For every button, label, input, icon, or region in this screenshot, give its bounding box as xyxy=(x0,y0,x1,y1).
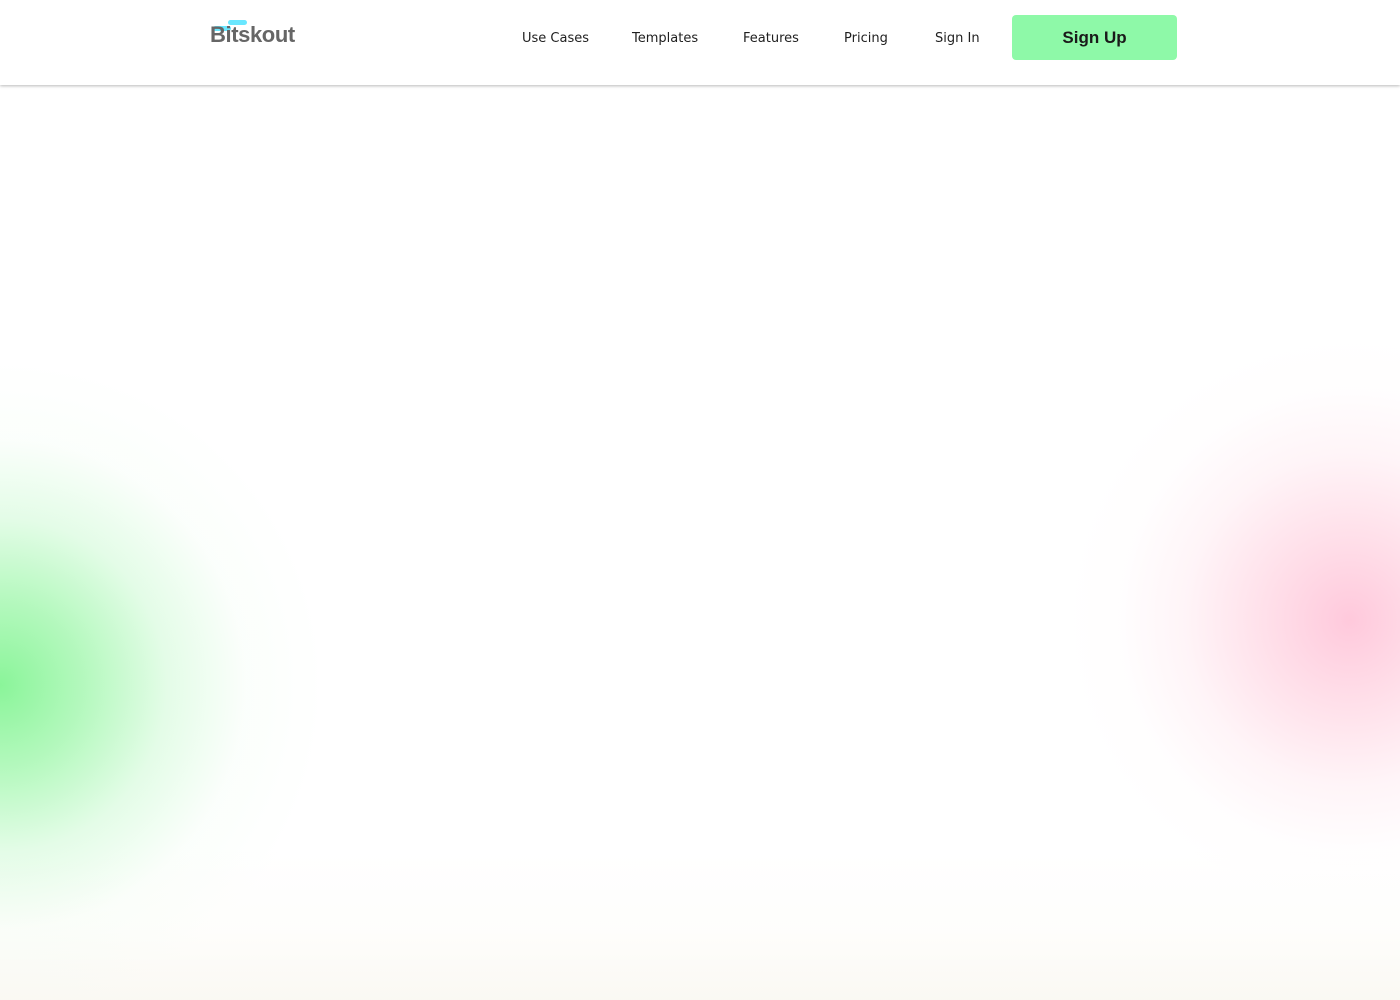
sign-up-button[interactable]: Sign Up xyxy=(1012,15,1177,60)
nav-use-cases-link[interactable]: Use Cases xyxy=(522,29,589,49)
brand-name: Bitskout xyxy=(210,22,295,47)
top-navigation-bar: Bitskout Use Cases Templates Features Pr… xyxy=(0,0,1400,85)
nav-pricing-link[interactable]: Pricing xyxy=(844,29,888,49)
green-background-glow xyxy=(0,360,330,1000)
sign-in-link[interactable]: Sign In xyxy=(935,29,980,49)
pink-background-glow xyxy=(1070,340,1400,900)
nav-features-link[interactable]: Features xyxy=(743,29,799,49)
nav-templates-link[interactable]: Templates xyxy=(632,29,698,49)
landing-page: Bitskout Use Cases Templates Features Pr… xyxy=(0,0,1400,1000)
bottom-background-haze xyxy=(0,850,1400,1000)
